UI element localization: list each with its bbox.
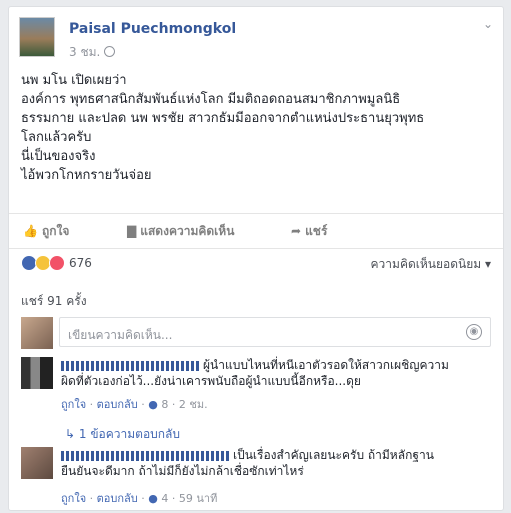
comment-links: ถูกใจ · ตอบกลับ · ● 8 · 2 ชม.: [61, 398, 208, 411]
like-icon: ●: [148, 398, 158, 411]
love-reaction-icon: [49, 255, 65, 271]
thumbs-up-icon: 👍: [23, 224, 38, 238]
reaction-count: 676: [69, 256, 92, 270]
comment-composer: เขียนความคิดเห็น... ◉: [21, 315, 491, 349]
comment-time[interactable]: 2 ชม.: [179, 398, 208, 411]
post-text: นพ มโน เปิดเผยว่า องค์การ พุทธศาสนิกสัมพ…: [21, 71, 491, 185]
comment-like-link[interactable]: ถูกใจ: [61, 398, 86, 411]
post-line: องค์การ พุทธศาสนิกสัมพันธ์แห่งโลก มีมติถ…: [21, 92, 401, 107]
comment-links: ถูกใจ · ตอบกลับ · ● 4 · 59 นาที: [61, 492, 218, 505]
post-time[interactable]: 3 ชม.: [69, 43, 116, 62]
comment-like-count[interactable]: 4: [161, 492, 168, 505]
post-line: โลกแล้วครับ: [21, 130, 92, 145]
commenter-name[interactable]: [61, 360, 199, 371]
comment-text: เป็นเรื่องสำคัญเลยนะครับ ถ้ามีหลักฐาน ยื…: [61, 448, 434, 478]
reactions-summary[interactable]: 676: [21, 255, 92, 271]
post-card: Paisal Puechmongkol 3 ชม. ⌄ นพ มโน เปิดเ…: [8, 6, 504, 511]
comment-like-link[interactable]: ถูกใจ: [61, 492, 86, 505]
post-line: นี่เป็นของจริง: [21, 149, 96, 164]
post-line: ธรรมกาย และปลด นพ พรชัย สาวกธัมมีออกจากต…: [21, 111, 425, 126]
like-button[interactable]: 👍 ถูกใจ: [23, 222, 69, 241]
view-replies-link[interactable]: ↳ 1 ข้อความตอบกลับ: [65, 425, 180, 444]
post-header: Paisal Puechmongkol 3 ชม. ⌄: [19, 17, 493, 65]
share-button[interactable]: ➦ แชร์: [291, 222, 327, 241]
comment-text: ผู้นำแบบไหนที่หนีเอาตัวรอดให้สาวกเผชิญคว…: [61, 358, 449, 388]
comment-sort-dropdown[interactable]: ความคิดเห็นยอดนิยม ▾: [371, 255, 491, 274]
chevron-down-icon[interactable]: ⌄: [483, 17, 493, 31]
post-line: ไอ้พวกโกหกรายวันจ่อย: [21, 168, 152, 183]
commenter-avatar[interactable]: [21, 447, 53, 479]
post-line: นพ มโน เปิดเผยว่า: [21, 73, 127, 88]
comment-input[interactable]: เขียนความคิดเห็น... ◉: [59, 317, 491, 347]
commenter-avatar[interactable]: [21, 357, 53, 389]
comment-like-count[interactable]: 8: [161, 398, 168, 411]
comment-icon: ▇: [127, 224, 137, 238]
commenter-name[interactable]: [61, 450, 229, 461]
like-icon: ●: [148, 492, 158, 505]
camera-icon[interactable]: ◉: [466, 324, 482, 340]
share-count[interactable]: แชร์ 91 ครั้ง: [21, 292, 87, 311]
author-name[interactable]: Paisal Puechmongkol: [69, 21, 236, 37]
globe-icon: [104, 46, 116, 57]
author-avatar[interactable]: [19, 17, 55, 57]
comment-reply-link[interactable]: ตอบกลับ: [97, 398, 138, 411]
viewer-avatar: [21, 317, 53, 349]
comment-reply-link[interactable]: ตอบกลับ: [97, 492, 138, 505]
post-actions: 👍 ถูกใจ ▇ แสดงความคิดเห็น ➦ แชร์: [9, 213, 503, 249]
comment-time[interactable]: 59 นาที: [179, 492, 217, 505]
comment-placeholder: เขียนความคิดเห็น...: [68, 328, 173, 342]
comment-button[interactable]: ▇ แสดงความคิดเห็น: [127, 222, 234, 241]
share-icon: ➦: [291, 224, 302, 238]
